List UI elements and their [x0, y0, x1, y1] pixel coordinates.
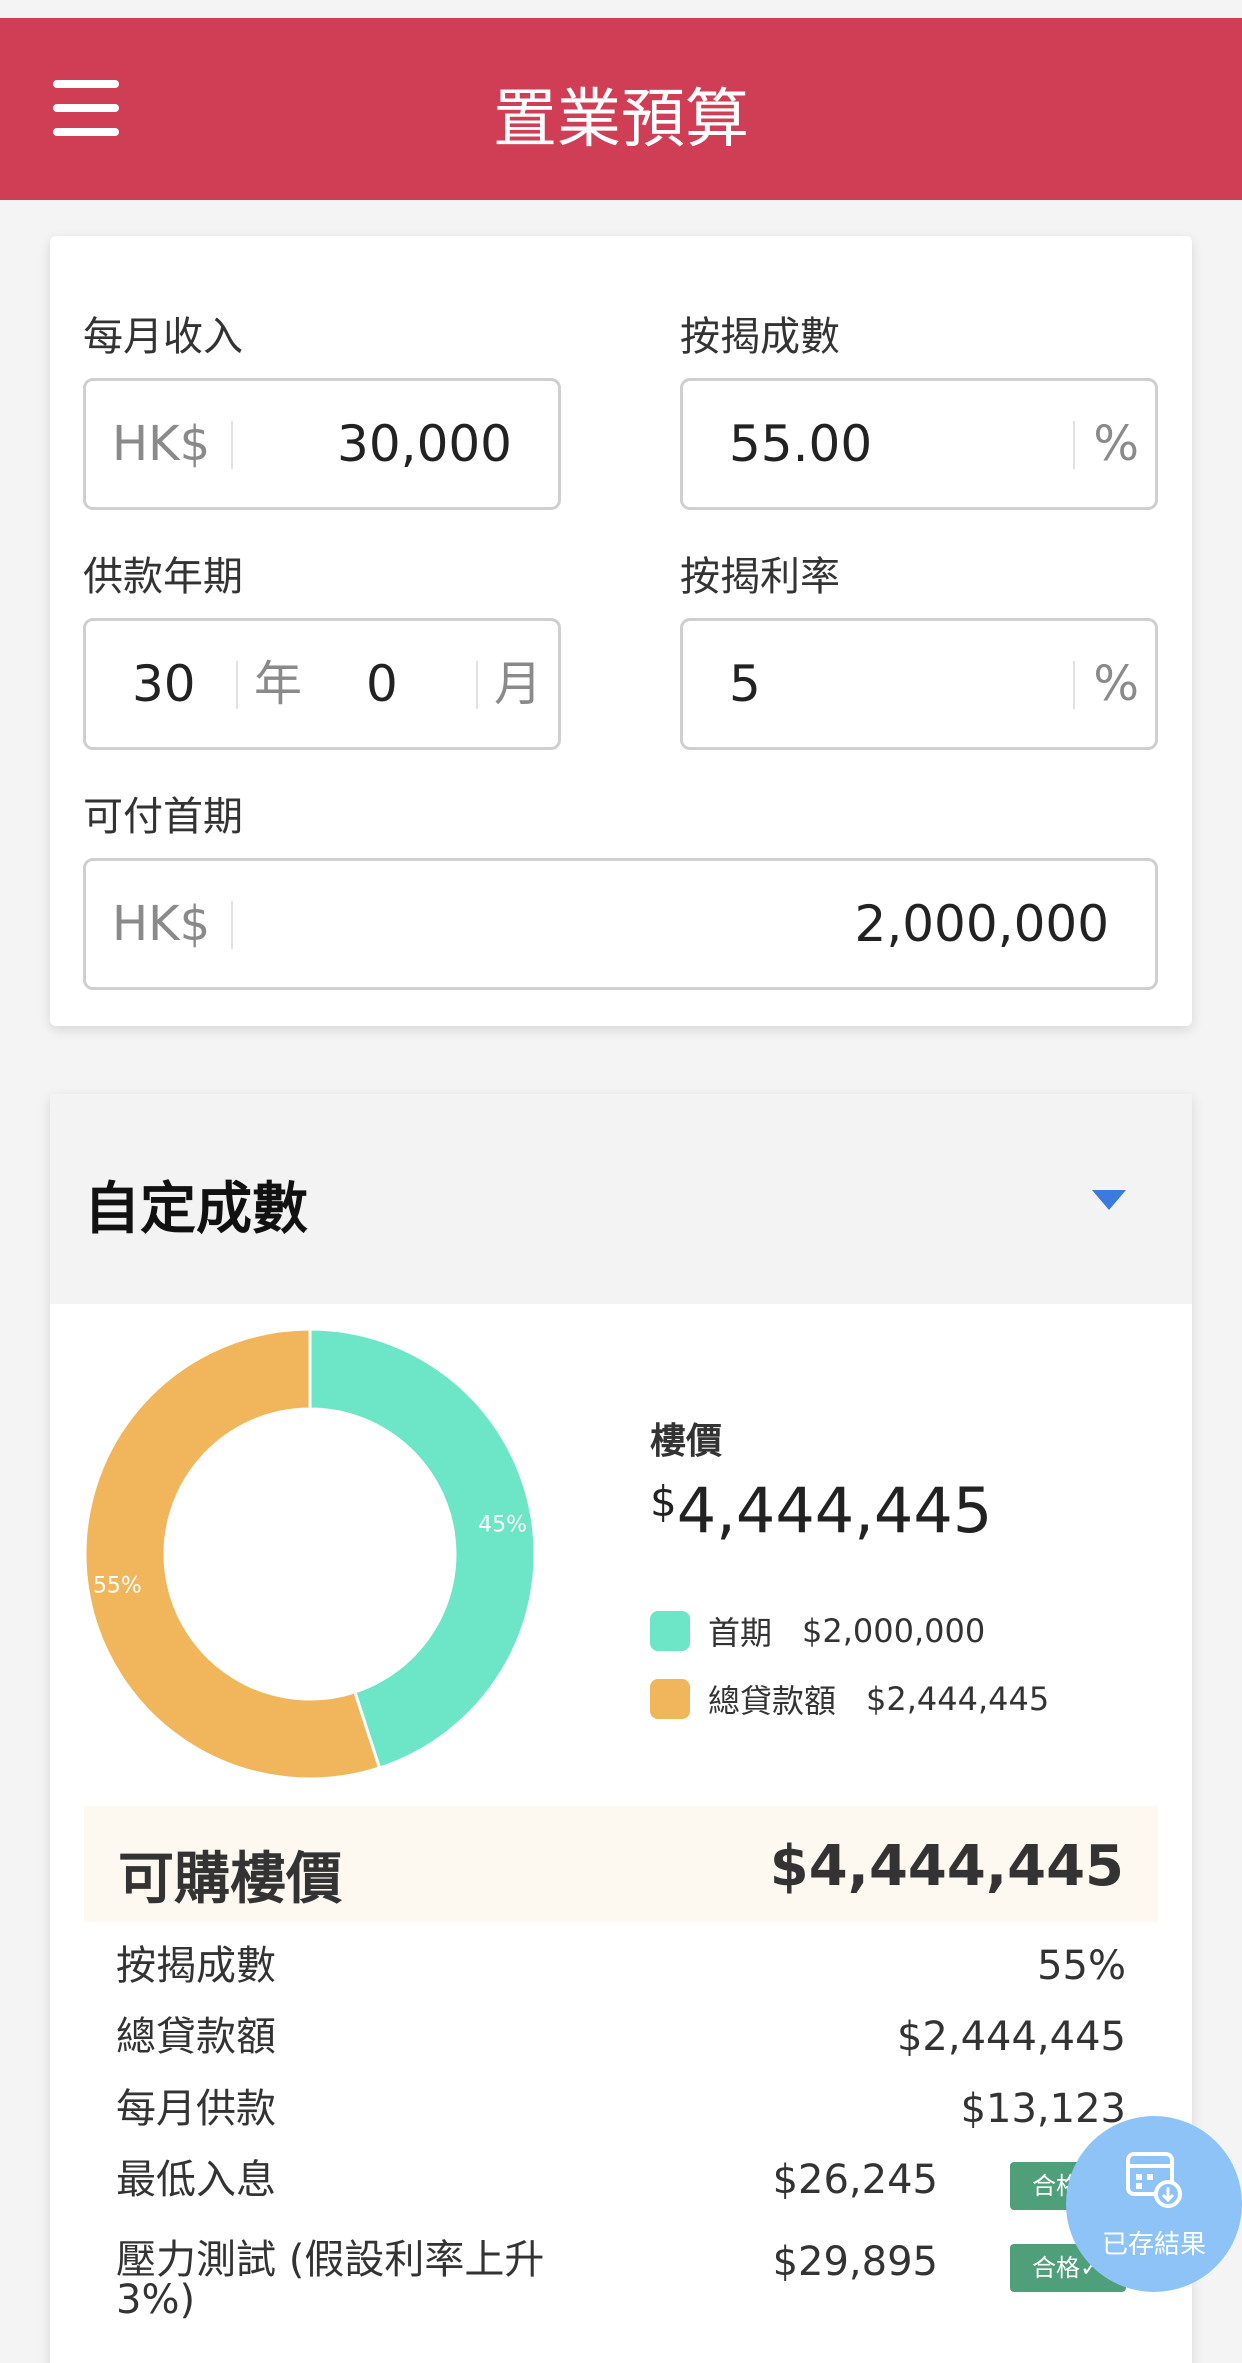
- donut-label-0: 45%: [478, 1512, 527, 1537]
- divider: [1073, 421, 1075, 469]
- affordable-price-label: 可購樓價: [118, 1847, 342, 1912]
- detail-row-stress-test: 壓力測試 (假設利率上升 3%) $29,895 合格✓: [116, 2240, 1126, 2340]
- detail-value: $26,245: [772, 2157, 938, 2203]
- section-title: 自定成數: [84, 1177, 308, 1242]
- app-header: 置業預算: [0, 18, 1242, 200]
- interest-rate-value[interactable]: 5: [729, 621, 761, 747]
- monthly-income-label: 每月收入: [83, 314, 243, 360]
- affordable-price-bar: 可購樓價 $4,444,445: [84, 1806, 1158, 1922]
- divider: [476, 661, 478, 709]
- saved-results-button[interactable]: 已存結果: [1066, 2116, 1242, 2292]
- detail-row-min-income: 最低入息 $26,245 合格: [116, 2158, 1126, 2218]
- legend-value: $2,000,000: [802, 1612, 986, 1650]
- chevron-down-icon[interactable]: [1092, 1190, 1126, 1210]
- years-unit: 年: [254, 656, 303, 712]
- property-price-value: 4,444,445: [676, 1474, 993, 1547]
- detail-label: 按揭成數: [116, 1943, 276, 1989]
- detail-label: 最低入息: [116, 2157, 276, 2203]
- detail-label: 每月供款: [116, 2086, 276, 2132]
- legend-swatch: [650, 1611, 690, 1651]
- legend-item-down-payment: 首期 $2,000,000: [650, 1608, 985, 1654]
- loan-months-value[interactable]: 0: [366, 621, 398, 747]
- currency-symbol: $: [650, 1477, 677, 1526]
- input-card: 每月收入 HK$ 30,000 按揭成數 55.00 % 供款年期 30 年 0…: [50, 236, 1192, 1026]
- legend-item-loan: 總貸款額 $2,444,445: [650, 1676, 1049, 1722]
- donut-chart: 45% 55%: [83, 1327, 537, 1781]
- affordable-price-value: $4,444,445: [769, 1834, 1124, 1899]
- divider: [236, 661, 238, 709]
- detail-value: $29,895: [772, 2239, 938, 2285]
- legend-label: 總貸款額: [708, 1682, 837, 1720]
- down-payment-value[interactable]: 2,000,000: [855, 861, 1109, 987]
- legend-swatch: [650, 1679, 690, 1719]
- detail-row-ratio: 按揭成數 55%: [116, 1944, 1126, 1994]
- detail-label: 總貸款額: [116, 2014, 276, 2060]
- legend-label: 首期: [708, 1614, 773, 1652]
- percent-suffix: %: [1093, 416, 1139, 472]
- divider: [1073, 661, 1075, 709]
- saved-results-label: 已存結果: [1101, 2230, 1206, 2260]
- loan-term-label: 供款年期: [83, 554, 243, 600]
- interest-rate-input[interactable]: 5 %: [680, 618, 1158, 750]
- property-price-total: $4,444,445: [650, 1474, 992, 1547]
- saved-results-icon: [1126, 2152, 1182, 2208]
- percent-suffix: %: [1093, 656, 1139, 712]
- detail-label: 壓力測試 (假設利率上升 3%): [116, 2237, 545, 2323]
- section-header[interactable]: 自定成數: [50, 1094, 1192, 1304]
- loan-years-value[interactable]: 30: [132, 621, 196, 747]
- detail-value: $13,123: [960, 2086, 1126, 2132]
- down-payment-input[interactable]: HK$ 2,000,000: [83, 858, 1158, 990]
- mortgage-ratio-label: 按揭成數: [680, 314, 840, 360]
- currency-prefix: HK$: [112, 416, 211, 472]
- detail-value: 55%: [1037, 1943, 1126, 1989]
- currency-prefix: HK$: [112, 896, 211, 952]
- divider: [231, 421, 233, 469]
- mortgage-ratio-value[interactable]: 55.00: [729, 381, 872, 507]
- down-payment-label: 可付首期: [83, 794, 243, 840]
- interest-rate-label: 按揭利率: [680, 554, 840, 600]
- results-card: 自定成數 45% 55% 樓價 $4,444,445 首期 $2,000,000 …: [50, 1094, 1192, 2363]
- mortgage-ratio-input[interactable]: 55.00 %: [680, 378, 1158, 510]
- donut-label-1: 55%: [93, 1574, 142, 1599]
- loan-term-input[interactable]: 30 年 0 月: [83, 618, 561, 750]
- page-title: 置業預算: [493, 83, 749, 157]
- detail-row-monthly: 每月供款 $13,123: [116, 2087, 1126, 2137]
- monthly-income-value[interactable]: 30,000: [337, 381, 512, 507]
- detail-row-loan: 總貸款額 $2,444,445: [116, 2015, 1126, 2065]
- monthly-income-input[interactable]: HK$ 30,000: [83, 378, 561, 510]
- legend-title: 樓價: [650, 1421, 723, 1462]
- divider: [231, 901, 233, 949]
- months-unit: 月: [493, 656, 542, 712]
- legend-value: $2,444,445: [866, 1680, 1050, 1718]
- detail-value: $2,444,445: [896, 2014, 1126, 2060]
